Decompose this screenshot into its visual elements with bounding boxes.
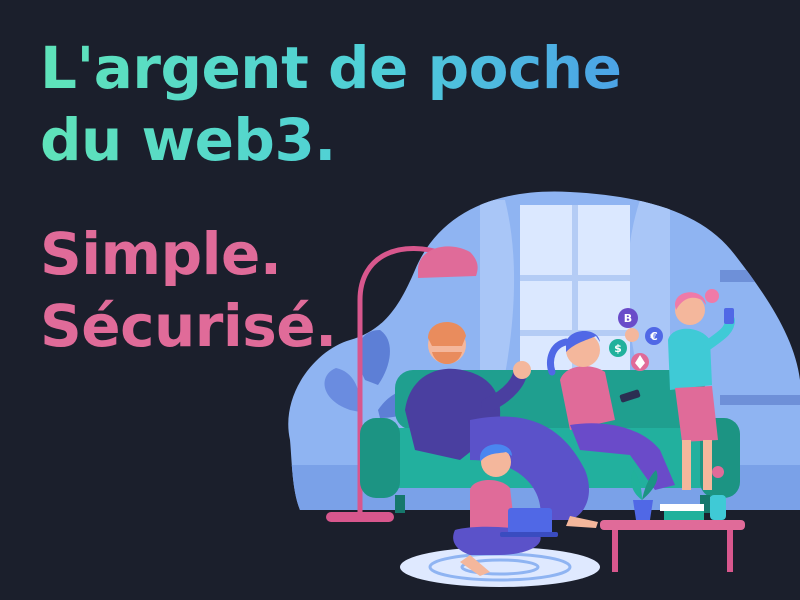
- tagline-secure: Sécurisé.: [40, 292, 337, 360]
- tagline-simple: Simple.: [40, 220, 282, 288]
- bitcoin-coin-icon: B: [618, 308, 638, 328]
- euro-coin-icon: €: [645, 327, 663, 345]
- svg-text:€: €: [649, 330, 658, 343]
- tagline: Simple. Sécurisé.: [40, 218, 337, 362]
- ethereum-coin-icon: [631, 353, 649, 371]
- svg-text:$: $: [614, 342, 622, 355]
- svg-text:B: B: [624, 312, 632, 325]
- dollar-coin-icon: $: [609, 339, 627, 357]
